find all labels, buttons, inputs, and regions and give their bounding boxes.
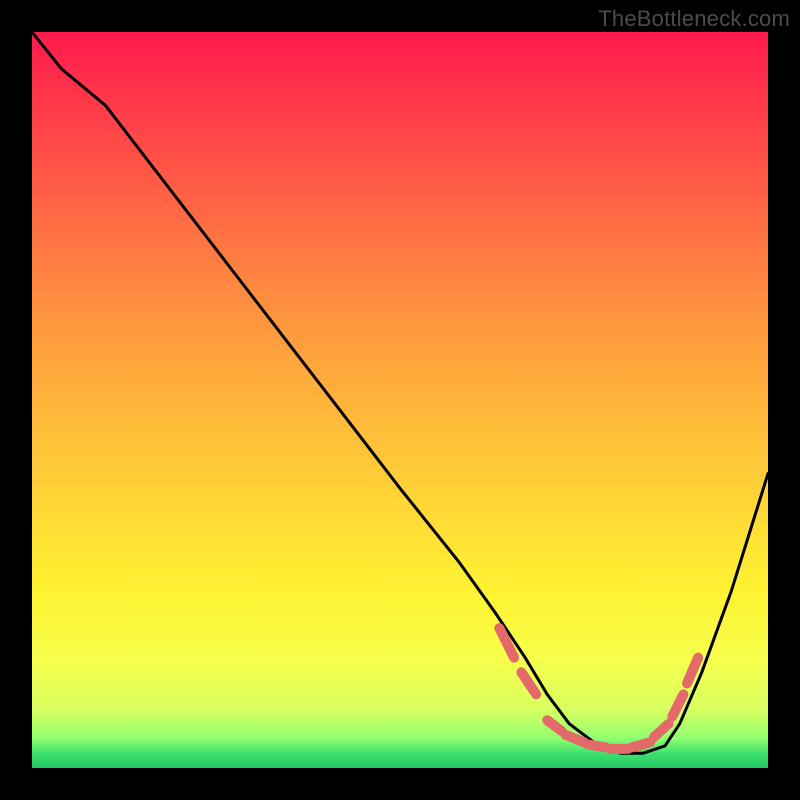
chart-plot-area	[32, 32, 768, 768]
dash-overlay	[499, 628, 698, 749]
chart-frame: TheBottleneck.com	[0, 0, 800, 800]
dash-segment	[687, 658, 698, 684]
dash-segment	[499, 628, 514, 657]
dash-segment	[672, 694, 683, 716]
dash-segment	[547, 720, 562, 731]
curve-line	[32, 32, 768, 753]
dash-segment	[654, 724, 669, 737]
chart-svg	[32, 32, 768, 768]
dash-segment	[566, 735, 584, 742]
watermark-text: TheBottleneck.com	[598, 6, 790, 32]
dash-segment	[632, 742, 650, 747]
dash-segment	[588, 744, 606, 747]
dash-segment	[521, 672, 536, 694]
